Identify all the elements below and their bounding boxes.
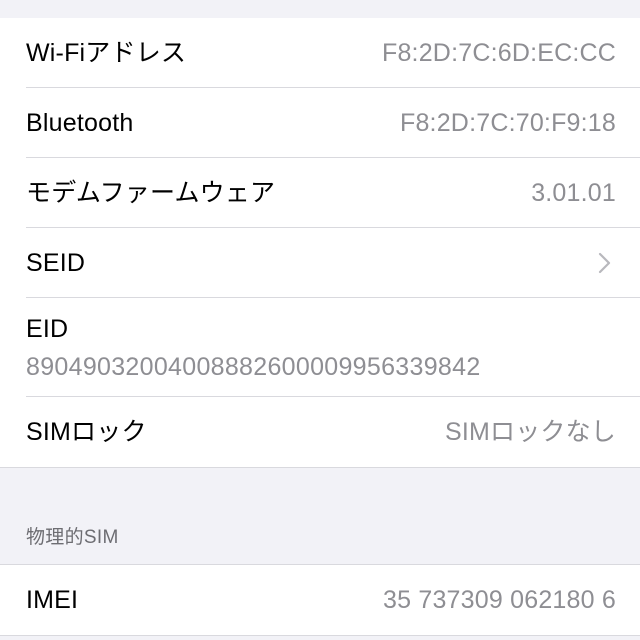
row-value: 89049032004008882600009956339842	[26, 353, 481, 381]
list-item-modem-firmware[interactable]: モデムファームウェア 3.01.01	[0, 158, 640, 228]
chevron-right-icon	[598, 251, 612, 275]
section-header-physical-sim: 物理的SIM	[0, 467, 640, 566]
list-item-bluetooth[interactable]: Bluetooth F8:2D:7C:70:F9:18	[0, 88, 640, 158]
row-label: SEID	[26, 249, 86, 277]
section-header-label: 物理的SIM	[26, 527, 119, 549]
list-item-imei[interactable]: IMEI 35 737309 062180 6	[0, 565, 640, 636]
settings-screen: Wi-Fiアドレス F8:2D:7C:6D:EC:CC Bluetooth F8…	[0, 0, 640, 640]
device-info-group: Wi-Fiアドレス F8:2D:7C:6D:EC:CC Bluetooth F8…	[0, 18, 640, 468]
row-label: SIMロック	[26, 418, 147, 447]
row-label: Bluetooth	[26, 109, 134, 137]
row-value: SIMロックなし	[444, 418, 616, 447]
row-label: Wi-Fiアドレス	[26, 39, 187, 67]
list-item-sim-lock[interactable]: SIMロック SIMロックなし	[0, 397, 640, 468]
physical-sim-group: IMEI 35 737309 062180 6	[0, 565, 640, 636]
row-value: F8:2D:7C:6D:EC:CC	[381, 39, 616, 67]
list-item-eid[interactable]: EID 89049032004008882600009956339842	[0, 298, 640, 398]
row-value: 3.01.01	[531, 179, 616, 207]
row-label: IMEI	[26, 586, 79, 615]
list-item-wifi-address[interactable]: Wi-Fiアドレス F8:2D:7C:6D:EC:CC	[0, 18, 640, 88]
bottom-spacer	[0, 635, 640, 640]
top-spacer	[0, 0, 640, 18]
row-label: モデムファームウェア	[26, 179, 276, 207]
row-value: 35 737309 062180 6	[383, 586, 616, 615]
row-value: F8:2D:7C:70:F9:18	[399, 109, 616, 137]
row-label: EID	[26, 315, 69, 343]
list-item-seid[interactable]: SEID	[0, 228, 640, 298]
